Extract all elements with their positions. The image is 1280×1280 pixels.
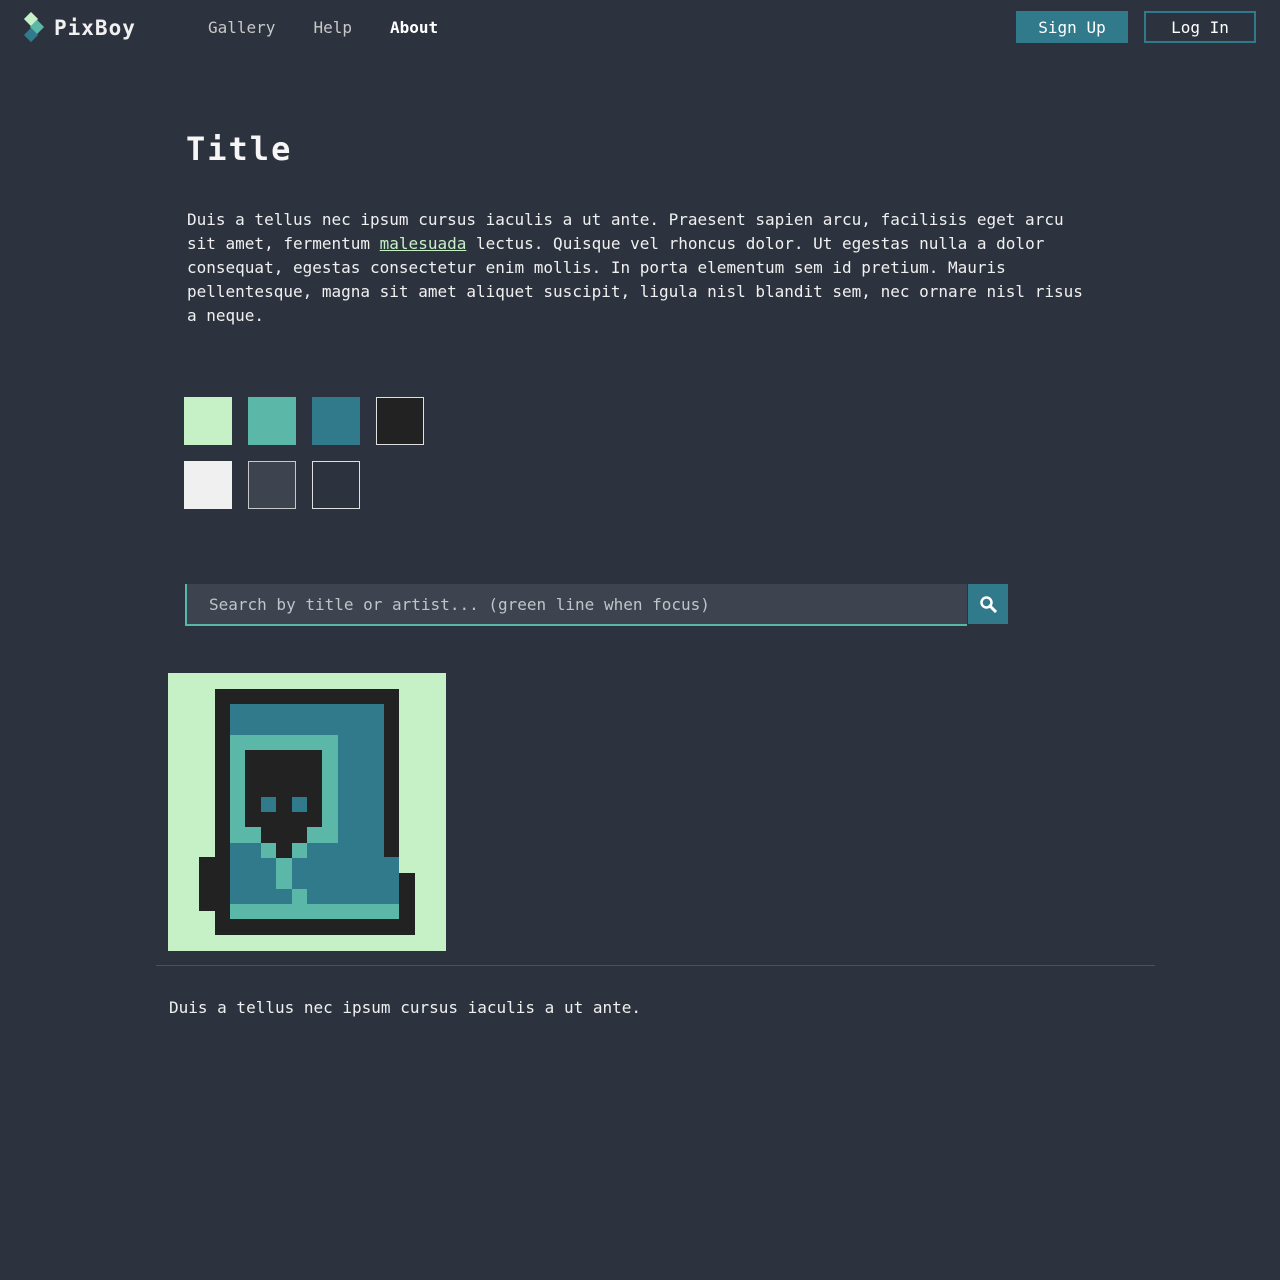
nav-help[interactable]: Help [313,18,352,38]
swatch-black[interactable] [376,397,424,445]
pixel-character-art [199,689,415,935]
diamond-logo-icon [23,12,45,43]
malesuada-link[interactable]: malesuada [380,234,467,253]
swatch-mint[interactable] [184,397,232,445]
swatch-teal-light[interactable] [248,397,296,445]
login-button[interactable]: Log In [1144,11,1256,43]
intro-paragraph: Duis a tellus nec ipsum cursus iaculis a… [187,208,1087,328]
main-nav: Gallery Help About [208,18,476,38]
brand-logo[interactable]: PixBoy [22,12,136,44]
page-title: Title [186,130,293,168]
search-icon [980,596,997,613]
swatch-background[interactable] [312,461,360,509]
nav-about[interactable]: About [390,18,438,38]
nav-gallery[interactable]: Gallery [208,18,275,38]
search-input[interactable]: Search by title or artist... (green line… [185,584,967,626]
brand-name: PixBoy [54,16,136,40]
signup-button[interactable]: Sign Up [1016,11,1128,43]
footer-text: Duis a tellus nec ipsum cursus iaculis a… [169,998,642,1017]
swatch-teal[interactable] [312,397,360,445]
artwork-thumbnail[interactable] [168,673,446,951]
divider [156,965,1155,966]
swatch-slate[interactable] [248,461,296,509]
search-button[interactable] [968,584,1008,624]
swatch-white[interactable] [184,461,232,509]
